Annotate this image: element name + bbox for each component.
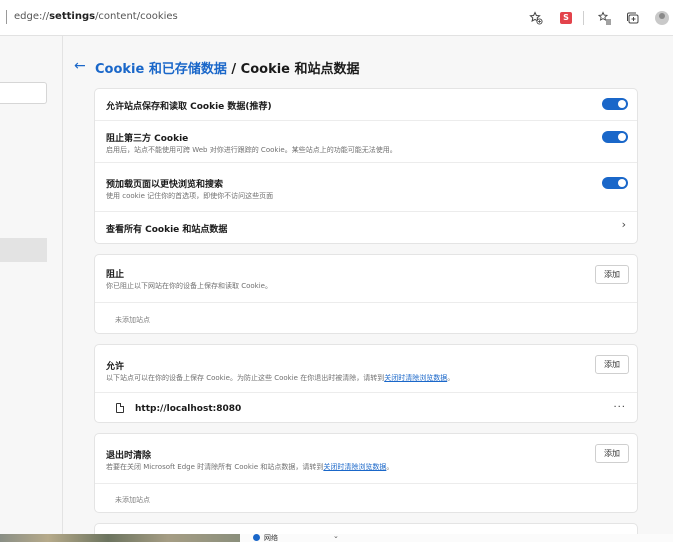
more-actions-icon[interactable]: ··· <box>613 402 626 413</box>
clear-on-close-link[interactable]: 关闭时清除浏览数据 <box>323 463 386 471</box>
preload-row: 预加载页面以更快浏览和搜索 使用 cookie 记住你的首选项，即使你不访问这些… <box>95 163 637 205</box>
url-host: settings <box>49 11 96 22</box>
see-all-cookies-label: 查看所有 Cookie 和站点数据 <box>106 225 228 235</box>
page-title: Cookie 和已存储数据 / Cookie 和站点数据 <box>95 58 360 77</box>
clear-on-exit-title: 退出时清除 <box>106 451 152 461</box>
block-card: 阻止 你已阻止以下网站在你的设备上保存和读取 Cookie。 添加 未添加站点 <box>94 254 638 334</box>
network-icon[interactable] <box>253 534 260 541</box>
extension-icon[interactable]: S <box>557 9 575 27</box>
taskbar-strip <box>240 534 673 542</box>
allow-save-row: 允许站点保存和读取 Cookie 数据(推荐) <box>95 89 637 119</box>
site-url: http://localhost:8080 <box>135 404 242 414</box>
profile-icon[interactable] <box>653 9 671 27</box>
block-empty-text: 未添加站点 <box>115 316 150 324</box>
sidebar-divider <box>62 36 63 542</box>
cookie-settings-card: 允许站点保存和读取 Cookie 数据(推荐) 阻止第三方 Cookie 启用后… <box>94 88 638 244</box>
allow-desc-text: 以下站点可以在你的设备上保存 Cookie。为防止这些 Cookie 在你退出时… <box>106 374 385 382</box>
clear-on-exit-card: 退出时清除 若要在关闭 Microsoft Edge 时清除所有 Cookie … <box>94 433 638 513</box>
block-add-button[interactable]: 添加 <box>595 265 629 284</box>
clear-desc-end: 。 <box>386 463 394 471</box>
breadcrumb-current: Cookie 和站点数据 <box>240 62 360 77</box>
clear-add-button[interactable]: 添加 <box>595 444 629 463</box>
block-third-party-label: 阻止第三方 Cookie <box>106 134 189 144</box>
see-all-cookies-row[interactable]: 查看所有 Cookie 和站点数据 › <box>95 212 637 244</box>
clear-on-close-link[interactable]: 关闭时清除浏览数据 <box>384 374 447 382</box>
allow-desc: 以下站点可以在你的设备上保存 Cookie。为防止这些 Cookie 在你退出时… <box>106 373 454 383</box>
desktop-background <box>0 534 240 542</box>
block-desc: 你已阻止以下网站在你的设备上保存和读取 Cookie。 <box>106 282 272 290</box>
favorite-add-icon[interactable] <box>527 9 545 27</box>
breadcrumb-cookies-storage[interactable]: Cookie 和已存储数据 <box>95 62 227 77</box>
sidebar-search-input[interactable] <box>0 82 47 104</box>
allow-save-toggle[interactable] <box>602 98 628 110</box>
clear-on-exit-desc: 若要在关闭 Microsoft Edge 时清除所有 Cookie 和站点数据，… <box>106 462 393 472</box>
collections-icon[interactable] <box>624 9 642 27</box>
address-bar: edge://settings/content/cookies S <box>0 0 673 36</box>
clear-desc-text: 若要在关闭 Microsoft Edge 时清除所有 Cookie 和站点数据，… <box>106 463 324 471</box>
block-third-party-row: 阻止第三方 Cookie 启用后，站点不能使用可跨 Web 对你进行跟踪的 Co… <box>95 121 637 161</box>
allow-card: 允许 以下站点可以在你的设备上保存 Cookie。为防止这些 Cookie 在你… <box>94 344 638 423</box>
row-divider <box>95 302 637 303</box>
extension-badge: S <box>560 12 572 24</box>
back-arrow-icon[interactable]: ← <box>74 58 86 74</box>
network-label: 网络 <box>264 534 278 542</box>
toolbar-divider <box>583 11 584 25</box>
block-title: 阻止 <box>106 270 125 280</box>
preload-desc: 使用 cookie 记住你的首选项，即使你不访问这些页面 <box>106 192 274 200</box>
list-item: http://localhost:8080 ··· <box>95 393 637 423</box>
url-path: /content/cookies <box>95 11 178 22</box>
allow-save-label: 允许站点保存和读取 Cookie 数据(推荐) <box>106 102 272 112</box>
chevron-right-icon: › <box>621 218 626 231</box>
allow-title: 允许 <box>106 362 125 372</box>
allow-add-button[interactable]: 添加 <box>595 355 629 374</box>
block-third-party-toggle[interactable] <box>602 131 628 143</box>
block-third-party-desc: 启用后，站点不能使用可跨 Web 对你进行跟踪的 Cookie。某些站点上的功能… <box>106 146 397 154</box>
url-field[interactable]: edge://settings/content/cookies <box>14 11 178 22</box>
allow-desc-end: 。 <box>447 374 455 382</box>
url-prefix: edge:// <box>14 11 50 22</box>
breadcrumb-separator: / <box>226 62 241 77</box>
avatar <box>655 11 669 25</box>
preload-toggle[interactable] <box>602 177 628 189</box>
row-divider <box>95 483 637 484</box>
address-bar-divider <box>6 10 7 24</box>
favorites-icon[interactable] <box>596 9 614 27</box>
page-icon <box>116 403 124 413</box>
clear-empty-text: 未添加站点 <box>115 496 150 504</box>
preload-label: 预加载页面以更快浏览和搜索 <box>106 180 224 190</box>
chevron-down-icon[interactable]: ⌄ <box>333 532 339 540</box>
sidebar-item-selected[interactable] <box>0 238 47 262</box>
